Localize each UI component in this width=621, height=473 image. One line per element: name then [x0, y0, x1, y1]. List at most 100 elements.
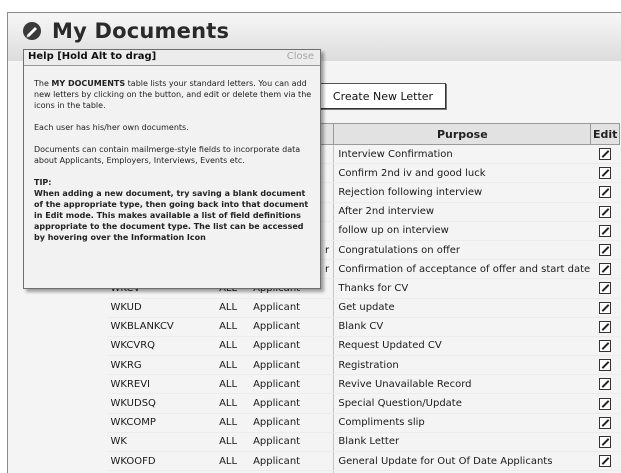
cell-scope: ALL — [219, 302, 238, 314]
edit-icon[interactable] — [599, 455, 612, 468]
cell-purpose: Confirm 2nd iv and good luck — [333, 163, 591, 184]
help-emphasis: MY DOCUMENTS — [51, 79, 126, 88]
edit-icon[interactable] — [599, 301, 612, 314]
cell-edit — [590, 202, 620, 222]
cell-scope-type: ALL Applicant — [219, 413, 334, 433]
table-row: WKUD ALL Applicant Get update — [106, 298, 620, 318]
cell-type: Applicant — [253, 302, 301, 314]
cell-edit — [590, 355, 620, 376]
table-row: WKOOFD ALL Applicant General Update for Out… — [106, 451, 620, 472]
cell-code: WKOOFD — [106, 451, 220, 472]
edit-icon[interactable] — [599, 416, 612, 429]
cell-edit — [590, 163, 620, 184]
cell-edit — [590, 144, 620, 165]
edit-icon[interactable] — [599, 397, 612, 410]
cell-edit — [590, 221, 620, 241]
edit-icon[interactable] — [599, 435, 612, 448]
edit-icon[interactable] — [599, 378, 612, 391]
cell-purpose: General Update for Out Of Date Applicant… — [333, 451, 591, 472]
help-close-button[interactable]: Close — [287, 51, 314, 62]
cell-purpose: Compliments slip — [333, 413, 591, 433]
cell-code: WKCOMP — [106, 413, 220, 433]
cell-type: Applicant — [253, 436, 301, 448]
cell-scope-type: ALL Applicant — [219, 298, 334, 318]
cell-type: Applicant — [253, 340, 301, 352]
cell-scope: ALL — [219, 378, 238, 390]
cell-edit — [590, 240, 620, 261]
column-header-purpose[interactable]: Purpose — [333, 123, 592, 145]
cell-type: Applicant — [253, 321, 301, 333]
edit-icon[interactable] — [599, 339, 612, 352]
cell-code: WKUD — [106, 298, 220, 318]
cell-edit — [590, 298, 620, 318]
cell-edit — [590, 432, 620, 453]
cell-edit — [590, 451, 620, 472]
table-row: WKBLANKCV ALL Applicant Blank CV — [106, 317, 620, 337]
cell-scope-type: ALL Applicant — [219, 374, 334, 395]
edit-icon[interactable] — [599, 282, 612, 295]
cell-purpose: Interview Confirmation — [333, 144, 591, 165]
cell-type: Applicant — [253, 359, 301, 371]
cell-purpose: After 2nd interview — [333, 202, 591, 222]
help-popup[interactable]: Help [Hold Alt to drag] Close The MY DOC… — [23, 49, 321, 289]
cell-edit — [590, 317, 620, 337]
cell-scope-type: ALL Applicant — [219, 432, 334, 453]
edit-icon[interactable] — [599, 244, 612, 257]
cell-scope-type: ALL Applicant — [219, 451, 334, 472]
cell-code: WK — [106, 432, 220, 453]
edit-icon[interactable] — [599, 186, 612, 199]
table-row: WKRG ALL Applicant Registration — [106, 355, 620, 376]
cell-edit — [590, 374, 620, 395]
table-row: WKREVI ALL Applicant Revive Unavailable Rec… — [106, 374, 620, 395]
edit-icon[interactable] — [599, 224, 612, 237]
help-tip-body: When adding a new document, try saving a… — [34, 189, 309, 242]
cell-scope-type: ALL Applicant — [219, 355, 334, 376]
cell-code: WKRG — [106, 355, 220, 376]
table-row: WK ALL Applicant Blank Letter — [106, 432, 620, 453]
help-drag-handle[interactable]: Help [Hold Alt to drag] Close — [24, 50, 320, 66]
my-documents-window: My Documents Create New Letter Purpose E… — [7, 12, 621, 473]
help-text: The — [34, 79, 52, 88]
cell-scope: ALL — [219, 436, 238, 448]
cell-purpose: Registration — [333, 355, 591, 376]
cell-scope-type: ALL Applicant — [219, 336, 334, 357]
cell-purpose: Congratulations on offer — [333, 240, 591, 261]
table-row: WKCOMP ALL Applicant Compliments slip — [106, 413, 620, 433]
cell-edit — [590, 259, 620, 280]
cell-code: WKREVI — [106, 374, 220, 395]
cell-edit — [590, 182, 620, 203]
cell-purpose: Blank Letter — [333, 432, 591, 453]
cell-type: Applicant — [253, 398, 301, 410]
cell-purpose: Confirmation of acceptance of offer and … — [333, 259, 591, 280]
create-new-letter-button[interactable]: Create New Letter — [320, 83, 446, 109]
edit-icon[interactable] — [599, 148, 612, 161]
cell-scope: ALL — [219, 359, 238, 371]
cell-code: WKCVRQ — [106, 336, 220, 357]
edit-icon[interactable] — [599, 359, 612, 372]
pencil-icon — [23, 22, 41, 40]
cell-scope: ALL — [219, 321, 238, 333]
cell-edit — [590, 393, 620, 414]
cell-purpose: Revive Unavailable Record — [333, 374, 591, 395]
cell-purpose: Blank CV — [333, 317, 591, 337]
cell-purpose: Get update — [333, 298, 591, 318]
edit-icon[interactable] — [599, 205, 612, 218]
edit-icon[interactable] — [599, 263, 612, 276]
help-title: Help [Hold Alt to drag] — [28, 51, 157, 62]
table-row: WKCVRQ ALL Applicant Request Updated CV — [106, 336, 620, 357]
edit-icon[interactable] — [599, 320, 612, 333]
cell-scope: ALL — [219, 417, 238, 429]
cell-type: Applicant — [253, 455, 301, 467]
column-header-edit: Edit — [590, 123, 620, 145]
help-paragraph-fields: Documents can contain mailmerge-style fi… — [34, 145, 301, 165]
cell-type: Applicant — [253, 378, 301, 390]
table-row: WKUDSQ ALL Applicant Special Question/Updat… — [106, 393, 620, 414]
cell-code: WKUDSQ — [106, 393, 220, 414]
cell-purpose: follow up on interview — [333, 221, 591, 241]
cell-scope-type: ALL Applicant — [219, 393, 334, 414]
help-paragraph-users: Each user has his/her own documents. — [34, 123, 189, 132]
help-paragraph-intro: The MY DOCUMENTS table lists your standa… — [34, 78, 316, 111]
edit-icon[interactable] — [599, 167, 612, 180]
help-tip-label: TIP: — [34, 178, 52, 187]
cell-scope: ALL — [219, 455, 238, 467]
